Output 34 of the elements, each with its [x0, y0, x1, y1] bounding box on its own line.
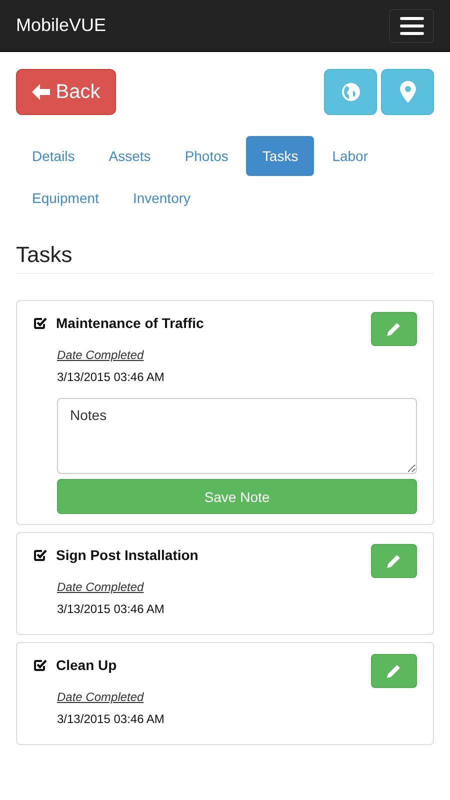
- task-title: Maintenance of Traffic: [56, 315, 204, 331]
- tab[interactable]: Inventory: [116, 178, 207, 218]
- pencil-icon: [387, 322, 401, 336]
- menu-button[interactable]: [389, 8, 434, 42]
- globe-button[interactable]: [324, 69, 377, 115]
- date-value: 3/13/2015 03:46 AM: [57, 712, 166, 726]
- map-pin-icon: [400, 81, 416, 103]
- section-heading: Tasks: [16, 242, 434, 274]
- tab[interactable]: Equipment: [16, 178, 115, 218]
- globe-icon: [340, 82, 360, 102]
- app-title[interactable]: MobileVUE: [16, 15, 106, 36]
- date-value: 3/13/2015 03:46 AM: [57, 370, 166, 384]
- arrow-left-icon: [32, 84, 50, 100]
- tab[interactable]: Details: [16, 136, 91, 176]
- tab[interactable]: Assets: [92, 136, 167, 176]
- date-label: Date Completed: [57, 580, 145, 594]
- date-label: Date Completed: [57, 690, 145, 704]
- notes-field[interactable]: Notes: [57, 398, 417, 474]
- edit-button[interactable]: [371, 312, 417, 346]
- save-note-button[interactable]: Save Note: [57, 479, 417, 514]
- edit-button[interactable]: [371, 544, 417, 578]
- date-label: Date Completed: [57, 348, 145, 362]
- pencil-icon: [387, 664, 401, 678]
- task-title: Sign Post Installation: [56, 547, 198, 563]
- menu-icon: [400, 16, 424, 34]
- task-title: Clean Up: [56, 657, 117, 673]
- edit-button[interactable]: [371, 654, 417, 688]
- pencil-icon: [387, 554, 401, 568]
- location-button[interactable]: [381, 69, 434, 115]
- tab[interactable]: Tasks: [246, 136, 314, 176]
- tab[interactable]: Photos: [168, 136, 244, 176]
- tab[interactable]: Labor: [316, 136, 384, 176]
- date-value: 3/13/2015 03:46 AM: [57, 602, 166, 616]
- back-button[interactable]: Back: [16, 69, 116, 115]
